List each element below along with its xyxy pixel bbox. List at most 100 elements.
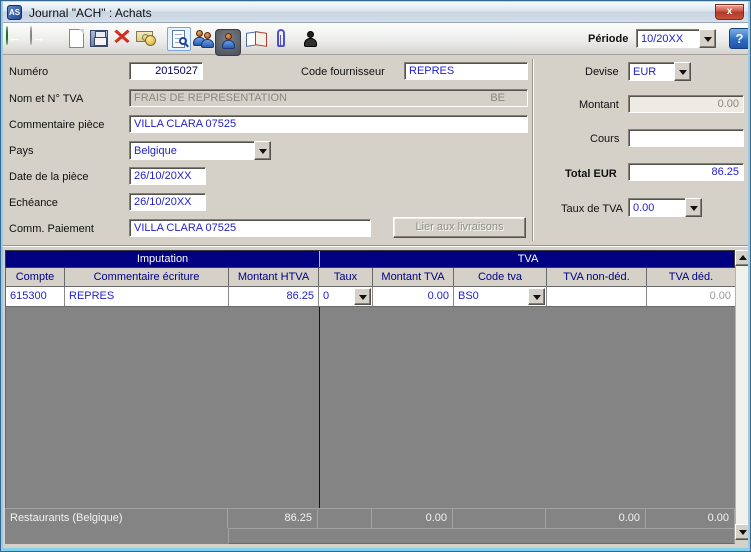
taux-tva-dropdown[interactable]: 0.00 [628, 198, 702, 217]
cell-commentaire[interactable]: REPRES [65, 287, 229, 306]
back-icon[interactable]: ← [6, 27, 30, 51]
user-icon[interactable] [300, 27, 324, 51]
total-eur-field[interactable]: 86.25 [628, 163, 744, 181]
devise-label: Devise [585, 66, 619, 78]
person-shape [222, 33, 234, 49]
cell-code-tva-value: BS0 [458, 290, 479, 302]
form-vertical-divider [532, 59, 534, 241]
nom-tva-label: Nom et N° TVA [9, 93, 83, 105]
table-empty-area [5, 307, 735, 508]
cell-tva-ded: 0.00 [647, 287, 736, 306]
devise-dropdown[interactable]: EUR [628, 62, 691, 81]
scroll-down-icon[interactable] [735, 524, 751, 540]
taux-tva-label: Taux de TVA [561, 203, 623, 215]
col-tva-non-ded: TVA non-déd. [547, 268, 647, 286]
x-glyph: ✕ [108, 27, 136, 49]
montant-field: 0.00 [628, 95, 744, 113]
person-shape [201, 32, 213, 48]
totals-taux-empty [318, 509, 372, 528]
totals-tva-non-ded: 0.00 [546, 509, 646, 528]
chevron-down-icon[interactable] [674, 62, 691, 81]
delete-icon[interactable]: ✕ [110, 27, 134, 51]
paperclip-shape [277, 29, 285, 47]
cell-compte[interactable]: 615300 [6, 287, 65, 306]
nom-tva-field: FRAIS DE REPRESENTATION BE [129, 89, 528, 107]
window-title: Journal "ACH" : Achats [29, 6, 152, 20]
table-group-header: Imputation TVA [5, 250, 735, 268]
chevron-down-icon[interactable] [354, 288, 371, 305]
lier-aux-livraisons-button[interactable]: Lier aux livraisons [393, 217, 526, 238]
banknote-shape [136, 31, 153, 42]
nom-tva-suffix: BE [490, 91, 523, 106]
back-circle: ← [6, 26, 8, 45]
cell-montant-tva[interactable]: 0.00 [373, 287, 454, 306]
title-bar: AS Journal "ACH" : Achats x [2, 2, 749, 23]
col-tva-ded: TVA déd. [647, 268, 736, 286]
date-piece-field[interactable]: 26/10/20XX [129, 167, 206, 185]
scroll-up-icon[interactable] [735, 250, 751, 266]
suppliers-icon[interactable] [193, 27, 217, 51]
supplier-icon[interactable] [216, 27, 240, 51]
attachment-icon[interactable] [270, 27, 294, 51]
forward-icon[interactable]: → [30, 27, 54, 51]
periode-label: Période [588, 33, 628, 45]
commentaire-piece-label: Commentaire pièce [9, 119, 104, 131]
toolbar: ← → ✕ Période 10/20XX [2, 23, 749, 55]
montant-label: Montant [579, 99, 619, 111]
forward-circle: → [30, 26, 32, 45]
nom-tva-value: FRAIS DE REPRESENTATION [134, 91, 287, 106]
col-taux: Taux [319, 268, 373, 286]
echeance-field[interactable]: 26/10/20XX [129, 193, 206, 211]
chevron-down-icon[interactable] [685, 198, 702, 217]
journal-icon[interactable] [245, 27, 269, 51]
col-compte: Compte [6, 268, 65, 286]
cell-taux-dropdown[interactable]: 0 [319, 287, 373, 306]
totals-empty-strip [228, 528, 735, 544]
cell-tva-non-ded[interactable] [547, 287, 647, 306]
code-fournisseur-label: Code fournisseur [301, 66, 385, 78]
cell-code-tva-dropdown[interactable]: BS0 [454, 287, 547, 306]
totals-montant-tva: 0.00 [372, 509, 453, 528]
totals-bar: Restaurants (Belgique) 86.25 0.00 0.00 0… [5, 508, 735, 544]
pays-label: Pays [9, 145, 33, 157]
app-icon: AS [7, 5, 22, 20]
cell-montant-htva[interactable]: 86.25 [229, 287, 319, 306]
payment-icon[interactable] [134, 27, 158, 51]
scrollbar-track[interactable] [735, 266, 751, 524]
commentaire-piece-field[interactable]: VILLA CLARA 07525 [129, 115, 528, 133]
col-montant-tva: Montant TVA [373, 268, 454, 286]
imputation-tva-separator [319, 307, 320, 508]
person-shape [304, 31, 316, 47]
taux-tva-value: 0.00 [628, 198, 686, 217]
cell-taux-value: 0 [323, 290, 329, 302]
form-table-divider [3, 245, 748, 247]
new-document-icon[interactable] [65, 27, 89, 51]
totals-code-empty [453, 509, 546, 528]
col-code-tva: Code tva [454, 268, 547, 286]
chevron-down-icon[interactable] [254, 141, 271, 160]
date-piece-label: Date de la pièce [9, 171, 89, 183]
pays-dropdown[interactable]: Belgique [129, 141, 271, 160]
totals-label: Restaurants (Belgique) [5, 509, 228, 528]
search-document-icon[interactable] [167, 27, 191, 51]
col-montant-htva: Montant HTVA [229, 268, 319, 286]
cours-field[interactable] [628, 129, 744, 147]
periode-dropdown[interactable]: 10/20XX [636, 29, 716, 48]
page-shape [69, 29, 84, 48]
comm-paiement-field[interactable]: VILLA CLARA 07525 [129, 219, 371, 237]
search-doc-shape [167, 27, 191, 51]
code-fournisseur-field[interactable]: REPRES [404, 62, 528, 80]
echeance-label: Echéance [9, 197, 58, 209]
close-icon[interactable]: x [715, 4, 744, 20]
table-column-headers: Compte Commentaire écriture Montant HTVA… [5, 268, 735, 287]
totals-row: Restaurants (Belgique) 86.25 0.00 0.00 0… [5, 508, 735, 528]
help-button[interactable]: ? [729, 28, 750, 49]
group-tva: TVA [319, 251, 736, 267]
periode-value: 10/20XX [636, 29, 700, 48]
magnifier-shape [179, 37, 187, 45]
col-commentaire: Commentaire écriture [65, 268, 229, 286]
numero-field[interactable]: 2015027 [129, 62, 203, 80]
chevron-down-icon[interactable] [699, 29, 716, 48]
comm-paiement-label: Comm. Paiement [9, 223, 94, 235]
chevron-down-icon[interactable] [528, 288, 545, 305]
